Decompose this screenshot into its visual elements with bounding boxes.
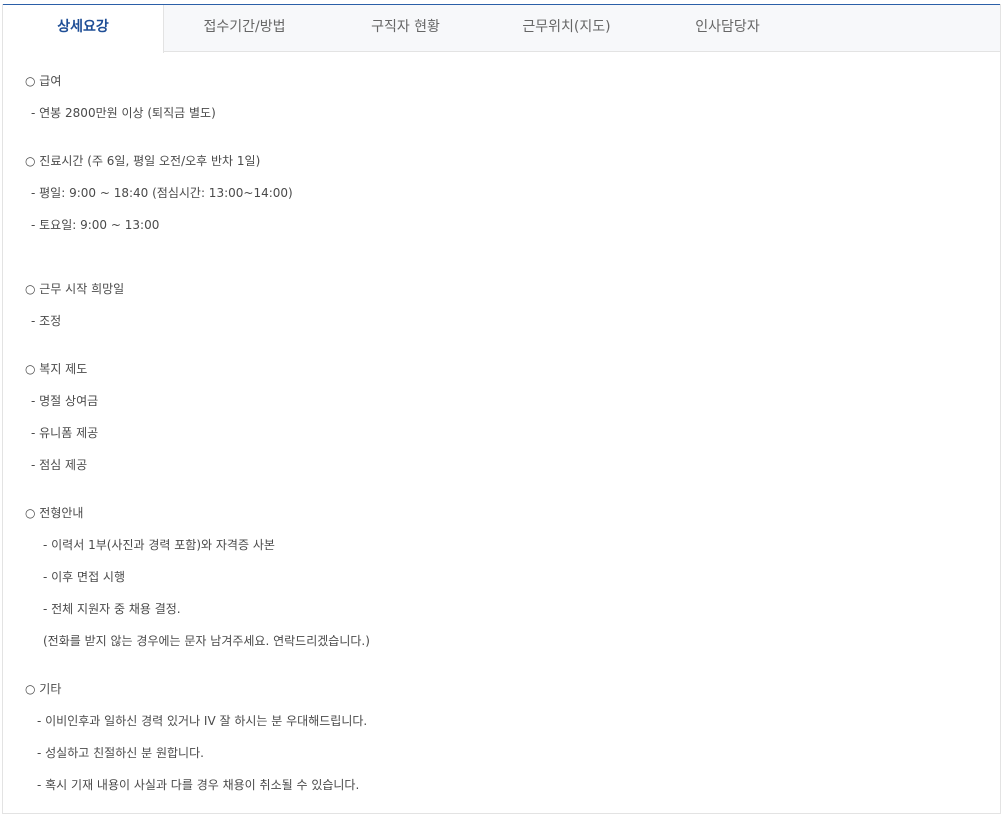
hours-saturday: - 토요일: 9:00 ~ 13:00 xyxy=(31,218,160,232)
etc-item: - 성실하고 친절하신 분 원합니다. xyxy=(37,746,204,760)
welfare-item: - 점심 제공 xyxy=(31,458,88,472)
start-date-heading: ○ 근무 시작 희망일 xyxy=(25,282,125,296)
welfare-item: - 유니폼 제공 xyxy=(31,426,99,440)
etc-item: - 이비인후과 일하신 경력 있거나 IV 잘 하시는 분 우대해드립니다. xyxy=(37,714,368,728)
etc-item: - 혹시 기재 내용이 사실과 다를 경우 채용이 취소될 수 있습니다. xyxy=(37,778,360,792)
tab-detail-requirements[interactable]: 상세요강 xyxy=(3,5,164,53)
welfare-heading: ○ 복지 제도 xyxy=(25,362,88,376)
etc-heading: ○ 기타 xyxy=(25,682,62,696)
process-note: (전화를 받지 않는 경우에는 문자 남겨주세요. 연락드리겠습니다.) xyxy=(43,634,370,648)
tab-hr-manager[interactable]: 인사담당자 xyxy=(647,5,808,52)
start-date-line: - 조정 xyxy=(31,314,62,328)
hours-heading: ○ 진료시간 (주 6일, 평일 오전/오후 반차 1일) xyxy=(25,154,261,168)
tab-work-location-map[interactable]: 근무위치(지도) xyxy=(486,5,647,52)
process-item: - 전체 지원자 중 채용 결정. xyxy=(43,602,181,616)
process-heading: ○ 전형안내 xyxy=(25,506,84,520)
hours-weekday: - 평일: 9:00 ~ 18:40 (점심시간: 13:00~14:00) xyxy=(31,186,293,200)
salary-line: - 연봉 2800만원 이상 (퇴직금 별도) xyxy=(31,106,216,120)
welfare-item: - 명절 상여금 xyxy=(31,394,99,408)
salary-heading: ○ 급여 xyxy=(25,74,62,88)
job-detail-panel: 상세요강 접수기간/방법 구직자 현황 근무위치(지도) 인사담당자 ○ 급여 … xyxy=(2,4,1001,814)
tab-applicant-status[interactable]: 구직자 현황 xyxy=(325,5,486,52)
process-item: - 이후 면접 시행 xyxy=(43,570,126,584)
tab-application-period[interactable]: 접수기간/방법 xyxy=(164,5,325,52)
process-item: - 이력서 1부(사진과 경력 포함)와 자격증 사본 xyxy=(43,538,275,552)
detail-tab-bar: 상세요강 접수기간/방법 구직자 현황 근무위치(지도) 인사담당자 xyxy=(3,4,1000,53)
